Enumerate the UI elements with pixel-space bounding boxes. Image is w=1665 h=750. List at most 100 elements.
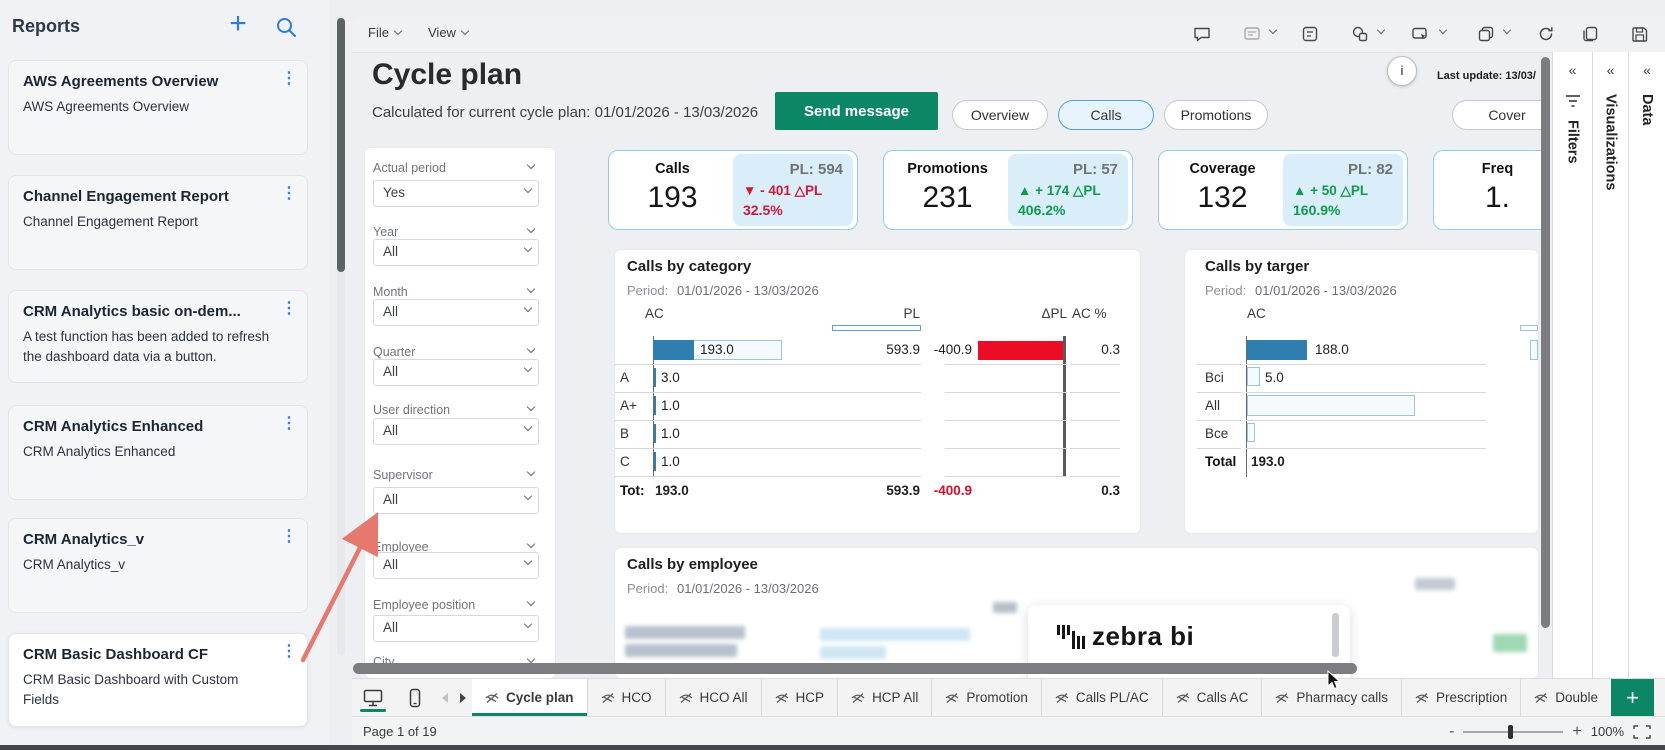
chevron-down-icon[interactable] xyxy=(527,285,535,293)
clipped-plan-bar xyxy=(1530,340,1538,360)
report-list-item[interactable]: Channel Engagement Report Channel Engage… xyxy=(8,175,308,270)
mobile-view-button[interactable] xyxy=(394,679,436,716)
kebab-menu-icon[interactable]: ⋮ xyxy=(281,644,297,660)
mouse-cursor xyxy=(1326,670,1342,692)
save-icon[interactable] xyxy=(1630,24,1650,44)
comment-icon[interactable] xyxy=(1192,24,1212,44)
page-tab-prescription[interactable]: Prescription xyxy=(1402,679,1521,716)
chevron-down-icon[interactable] xyxy=(527,468,535,476)
page-tab-cycle-plan[interactable]: Cycle plan xyxy=(472,679,588,716)
ac-bar[interactable] xyxy=(654,452,656,471)
kebab-menu-icon[interactable]: ⋮ xyxy=(281,529,297,545)
chevron-down-icon[interactable] xyxy=(527,655,535,663)
ac-bar-total[interactable] xyxy=(1247,340,1307,360)
horizontal-scrollbar[interactable] xyxy=(353,663,1357,674)
overlap-visuals-dropdown-icon[interactable] xyxy=(1503,26,1511,34)
kpi-card-coverage[interactable]: Coverage 132 PL: 82 ▲ + 50 △PL 160.9% xyxy=(1158,150,1408,230)
zoom-slider-thumb[interactable] xyxy=(1508,725,1513,739)
zoom-slider[interactable] xyxy=(1463,731,1563,733)
plan-outline-bar xyxy=(1247,423,1255,442)
period-label: Period: xyxy=(627,581,668,596)
dpl-negative-bar[interactable] xyxy=(978,341,1063,360)
kpi-value: 231 xyxy=(884,181,1011,215)
report-list-item[interactable]: AWS Agreements Overview AWS Agreements O… xyxy=(8,60,308,155)
kebab-menu-icon[interactable]: ⋮ xyxy=(281,71,297,87)
previous-page-icon[interactable] xyxy=(436,679,454,716)
report-list-item[interactable]: CRM Analytics_v CRM Analytics_v ⋮ xyxy=(8,518,308,613)
chevron-down-icon[interactable] xyxy=(527,345,535,353)
chart-calls-by-category[interactable]: Calls by category Period: 01/01/2026 - 1… xyxy=(615,250,1140,533)
ac-bar-total[interactable] xyxy=(653,340,694,360)
kpi-card-frequency[interactable]: Freq 1. xyxy=(1433,150,1542,230)
chart-calls-by-target[interactable]: Calls by targer Period: 01/01/2026 - 13/… xyxy=(1185,250,1538,533)
visual-interaction-dropdown-icon[interactable] xyxy=(1439,26,1447,34)
kebab-menu-icon[interactable]: ⋮ xyxy=(281,301,297,317)
chevron-down-icon[interactable] xyxy=(527,225,535,233)
popup-scrollbar[interactable] xyxy=(1332,613,1339,657)
nav-button-promotions[interactable]: Promotions xyxy=(1164,100,1268,130)
send-message-button[interactable]: Send message xyxy=(775,92,938,130)
slicer-value: Yes xyxy=(383,185,405,200)
chevron-down-icon[interactable] xyxy=(527,403,535,411)
slicer-value: All xyxy=(383,244,398,259)
copy-icon[interactable] xyxy=(1580,24,1600,44)
vertical-scrollbar[interactable] xyxy=(1541,57,1550,628)
chevron-down-icon[interactable] xyxy=(527,540,535,548)
file-menu[interactable]: File xyxy=(368,25,401,40)
report-list-item-selected[interactable]: CRM Basic Dashboard CF CRM Basic Dashboa… xyxy=(8,633,308,727)
kebab-menu-icon[interactable]: ⋮ xyxy=(281,416,297,432)
overlap-visuals-icon[interactable] xyxy=(1476,24,1496,44)
view-menu[interactable]: View xyxy=(428,25,468,40)
search-icon[interactable] xyxy=(274,15,298,39)
page-tab-calls-ac[interactable]: Calls AC xyxy=(1163,679,1263,716)
visualizations-panel-collapsed[interactable]: « Visualizations xyxy=(1592,52,1628,678)
fit-to-page-icon[interactable] xyxy=(1633,725,1651,739)
chevron-down-icon[interactable] xyxy=(527,598,535,606)
report-list-item[interactable]: CRM Analytics basic on-dem... A test fun… xyxy=(8,290,308,383)
ac-bar[interactable] xyxy=(654,424,656,443)
sidebar-scrollbar-thumb[interactable] xyxy=(337,18,345,272)
shapes-dropdown-icon[interactable] xyxy=(1377,26,1385,34)
page-tab-hcp-all[interactable]: HCP All xyxy=(838,679,932,716)
next-page-icon[interactable] xyxy=(454,679,472,716)
slide-layout-icon[interactable] xyxy=(1242,24,1262,44)
text-box-icon[interactable] xyxy=(1300,24,1320,44)
column-header-ac: AC xyxy=(1247,306,1266,321)
add-report-button[interactable]: + xyxy=(222,8,254,40)
kpi-card-promotions[interactable]: Promotions 231 PL: 57 ▲ + 174 △PL 406.2% xyxy=(883,150,1133,230)
visual-interaction-icon[interactable] xyxy=(1410,24,1430,44)
page-tab-hco[interactable]: HCO xyxy=(588,679,666,716)
slicer-value: All xyxy=(383,364,398,379)
nav-button-overview[interactable]: Overview xyxy=(952,100,1048,130)
column-header-dpl: ΔPL xyxy=(1015,306,1067,321)
expand-panel-icon[interactable]: « xyxy=(1629,62,1665,78)
add-page-button[interactable]: + xyxy=(1611,679,1654,716)
nav-button-coverage[interactable]: Cover xyxy=(1452,100,1542,130)
page-tab-hco-all[interactable]: HCO All xyxy=(666,679,762,716)
ac-bar[interactable] xyxy=(654,396,656,415)
info-button[interactable]: i xyxy=(1387,56,1417,86)
report-list-item[interactable]: CRM Analytics Enhanced CRM Analytics Enh… xyxy=(8,405,308,500)
shapes-icon[interactable] xyxy=(1350,24,1370,44)
zoom-out-button[interactable]: - xyxy=(1449,723,1454,741)
nav-button-calls[interactable]: Calls xyxy=(1058,100,1154,130)
expand-panel-icon[interactable]: « xyxy=(1553,62,1592,78)
page-tab-promotion[interactable]: Promotion xyxy=(932,679,1042,716)
report-title: CRM Analytics basic on-dem... xyxy=(23,303,293,320)
slide-layout-dropdown-icon[interactable] xyxy=(1269,26,1277,34)
refresh-icon[interactable] xyxy=(1536,24,1556,44)
zoom-in-button[interactable]: + xyxy=(1572,723,1581,741)
data-panel-collapsed[interactable]: « Data xyxy=(1628,52,1665,678)
ac-bar[interactable] xyxy=(654,368,656,387)
kebab-menu-icon[interactable]: ⋮ xyxy=(281,186,297,202)
page-tab-hcp[interactable]: HCP xyxy=(762,679,839,716)
desktop-view-button[interactable] xyxy=(352,679,394,716)
kpi-label: Coverage xyxy=(1159,161,1286,177)
page-tab-calls-pl-ac[interactable]: Calls PL/AC xyxy=(1042,679,1163,716)
kpi-card-calls[interactable]: Calls 193 PL: 594 ▼ - 401 △PL 32.5% xyxy=(608,150,858,230)
page-tab-double[interactable]: Double xyxy=(1521,679,1611,716)
chevron-down-icon[interactable] xyxy=(527,161,535,169)
total-ac: 193.0 xyxy=(1251,454,1285,469)
filters-panel-collapsed[interactable]: « Filters xyxy=(1552,52,1592,678)
expand-panel-icon[interactable]: « xyxy=(1593,62,1628,78)
